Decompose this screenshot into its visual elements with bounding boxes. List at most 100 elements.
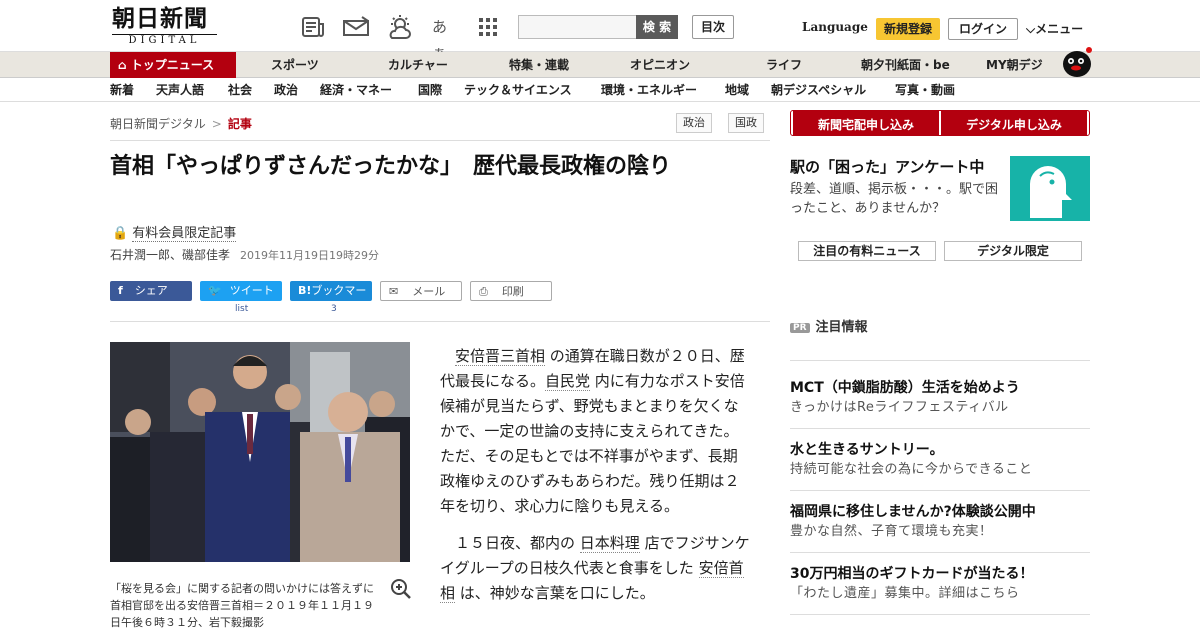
keyword-link[interactable]: 自民党 — [545, 372, 591, 391]
login-button[interactable]: ログイン — [948, 18, 1018, 40]
keyword-link[interactable]: 日本料理 — [579, 534, 640, 553]
pr-item-sub: きっかけはReライフフェスティバル — [790, 400, 1009, 415]
tab-paid-news[interactable]: 注目の有料ニュース — [798, 241, 936, 261]
pr-item-title: 30万円相当のギフトカードが当たる！ — [790, 566, 1034, 582]
logo-sub-text: DIGITAL — [112, 34, 217, 46]
subnav-international[interactable]: 国際 — [418, 78, 442, 102]
grid-icon[interactable] — [478, 14, 504, 40]
pr-item[interactable]: 福岡県に移住しませんか?体験談公開中 豊かな自然、子育て環境も充実！ — [790, 502, 1090, 542]
chevron-down-icon: ⌵ — [1026, 22, 1036, 36]
hatena-bookmark-button[interactable]: B!ブックマーク — [290, 281, 372, 317]
mail-icon: ✉ — [389, 285, 399, 298]
breadcrumb-current[interactable]: 記事 — [228, 117, 252, 131]
pr-item-sub: 豊かな自然、子育て環境も充実！ — [790, 524, 993, 539]
nav-label: トップニュース — [130, 58, 215, 72]
digital-subscribe-button[interactable]: デジタル申し込み — [941, 111, 1087, 135]
subnav-politics[interactable]: 政治 — [274, 78, 298, 102]
subnav-region[interactable]: 地域 — [725, 78, 749, 102]
site-header: 朝日新聞 DIGITAL あぁ 検 索 目次 Language 新規登録 ログイ… — [0, 0, 1200, 62]
subnav-society[interactable]: 社会 — [228, 78, 252, 102]
mail-share-button[interactable]: ✉ メール — [380, 281, 462, 301]
newspaper-icon[interactable] — [300, 14, 326, 40]
divider — [790, 614, 1090, 615]
subnav-economy[interactable]: 経済・マネー — [320, 78, 392, 102]
tag-politics[interactable]: 政治 — [676, 113, 712, 133]
search-button[interactable]: 検 索 — [636, 15, 678, 39]
subnav-special[interactable]: 朝デジスペシャル — [771, 78, 866, 102]
search-input[interactable] — [518, 15, 638, 39]
menu-button[interactable]: ⌵メニュー — [1026, 20, 1083, 37]
publish-date: 2019年11月19日19時29分 — [240, 249, 379, 262]
register-button[interactable]: 新規登録 — [876, 18, 940, 40]
facebook-icon: f — [118, 284, 123, 297]
lock-icon: 🔒 — [112, 226, 129, 241]
article-title: 首相「やっぱりずさんだったかな」 歴代最長政権の陰り — [110, 154, 672, 179]
site-logo[interactable]: 朝日新聞 DIGITAL — [112, 6, 230, 48]
paragraph-text: １５日夜、都内の — [455, 534, 580, 552]
twitter-label: ツイート — [229, 284, 274, 297]
divider — [790, 552, 1090, 553]
font-size-icon[interactable]: あぁ — [432, 14, 458, 62]
breadcrumb: 朝日新聞デジタル > 記事 — [110, 115, 252, 132]
pr-item[interactable]: MCT（中鎖脂肪酸）生活を始めよう きっかけはReライフフェスティバル — [790, 378, 1090, 418]
divider — [110, 140, 770, 141]
keyword-link[interactable]: 安倍晋三首相 — [455, 347, 546, 366]
twitter-share-button[interactable]: 🐦 ツイート — [200, 281, 282, 301]
subnav-tenseijingo[interactable]: 天声人語 — [156, 78, 204, 102]
mail-label: メール — [412, 285, 446, 298]
home-icon: ⌂ — [118, 58, 131, 72]
index-button[interactable]: 目次 — [692, 15, 734, 39]
subnav-tech[interactable]: テック＆サイエンス — [464, 78, 572, 102]
twitter-count[interactable]: list — [235, 304, 248, 314]
newsletter-icon[interactable] — [342, 14, 372, 40]
nav-culture[interactable]: カルチャー — [388, 52, 448, 78]
nav-top-news[interactable]: ⌂ トップニュース — [110, 52, 236, 78]
sub-nav: 新着 天声人語 社会 政治 経済・マネー 国際 テック＆サイエンス 環境・エネル… — [0, 78, 1200, 102]
divider — [110, 321, 770, 322]
subnav-new[interactable]: 新着 — [110, 78, 134, 102]
nav-opinion[interactable]: オピニオン — [630, 52, 690, 78]
tab-digital-only[interactable]: デジタル限定 — [944, 241, 1082, 261]
ad-image[interactable] — [1010, 156, 1090, 221]
nav-sports[interactable]: スポーツ — [271, 52, 319, 78]
mascot-icon[interactable] — [1060, 44, 1094, 78]
facebook-share-button[interactable]: f シェア — [110, 281, 192, 301]
facebook-label: シェア — [134, 284, 168, 297]
twitter-icon: 🐦 — [208, 284, 222, 297]
nav-features[interactable]: 特集・連載 — [509, 52, 569, 78]
byline: 石井潤一郎、磯部佳孝 2019年11月19日19時29分 — [110, 246, 379, 263]
hatena-count[interactable]: 3 — [331, 304, 337, 314]
authors: 石井潤一郎、磯部佳孝 — [110, 248, 231, 262]
pr-item[interactable]: 水と生きるサントリー。持続可能な社会の為に今からできること — [790, 440, 1090, 480]
pr-badge: PR — [790, 322, 810, 333]
print-icon: ⎙ — [479, 285, 488, 298]
delivery-subscribe-button[interactable]: 新聞宅配申し込み — [793, 111, 939, 135]
pr-item-title: 福岡県に移住しませんか?体験談公開中 — [790, 504, 1036, 520]
paid-member-label[interactable]: 🔒 有料会員限定記事 — [112, 222, 237, 242]
nav-my[interactable]: MY朝デジ — [986, 52, 1043, 78]
ad-text[interactable]: 段差、道順、掲示板・・・。駅で困ったこと、ありませんか？ — [790, 180, 1002, 218]
subnav-environment[interactable]: 環境・エネルギー — [601, 78, 697, 102]
zoom-icon[interactable] — [390, 578, 412, 600]
divider — [790, 428, 1090, 429]
paragraph: １５日夜、都内の 日本料理 店でフジサンケイグループの日枝久代表と食事をした 安… — [440, 531, 750, 606]
nav-paper[interactable]: 朝夕刊紙面・be — [861, 52, 950, 78]
tag-national[interactable]: 国政 — [728, 113, 764, 133]
pr-heading: PR 注目情報 — [790, 316, 868, 335]
breadcrumb-home[interactable]: 朝日新聞デジタル — [110, 117, 206, 131]
article-photo[interactable] — [110, 342, 410, 562]
pr-item-sub: 持続可能な社会の為に今からできること — [790, 462, 1033, 477]
nav-life[interactable]: ライフ — [766, 52, 802, 78]
pr-heading-text: 注目情報 — [815, 320, 868, 335]
paid-member-text: 有料会員限定記事 — [132, 226, 237, 242]
weather-icon[interactable] — [386, 14, 412, 40]
divider — [790, 360, 1090, 361]
subnav-photo[interactable]: 写真・動画 — [895, 78, 955, 102]
print-button[interactable]: ⎙ 印刷 — [470, 281, 552, 301]
pr-item-title: 水と生きるサントリー。 — [790, 442, 944, 458]
language-link[interactable]: Language — [802, 20, 868, 34]
divider — [790, 490, 1090, 491]
pr-item[interactable]: 30万円相当のギフトカードが当たる！ 「わたし遺産」募集中。詳細はこちら — [790, 564, 1090, 604]
ad-title[interactable]: 駅の「困った」アンケート中 — [790, 156, 984, 177]
paragraph-text: 内に有力なポスト安倍候補が見当たらず、野党もまとまりを欠くなかで、一定の世論の支… — [440, 372, 745, 515]
